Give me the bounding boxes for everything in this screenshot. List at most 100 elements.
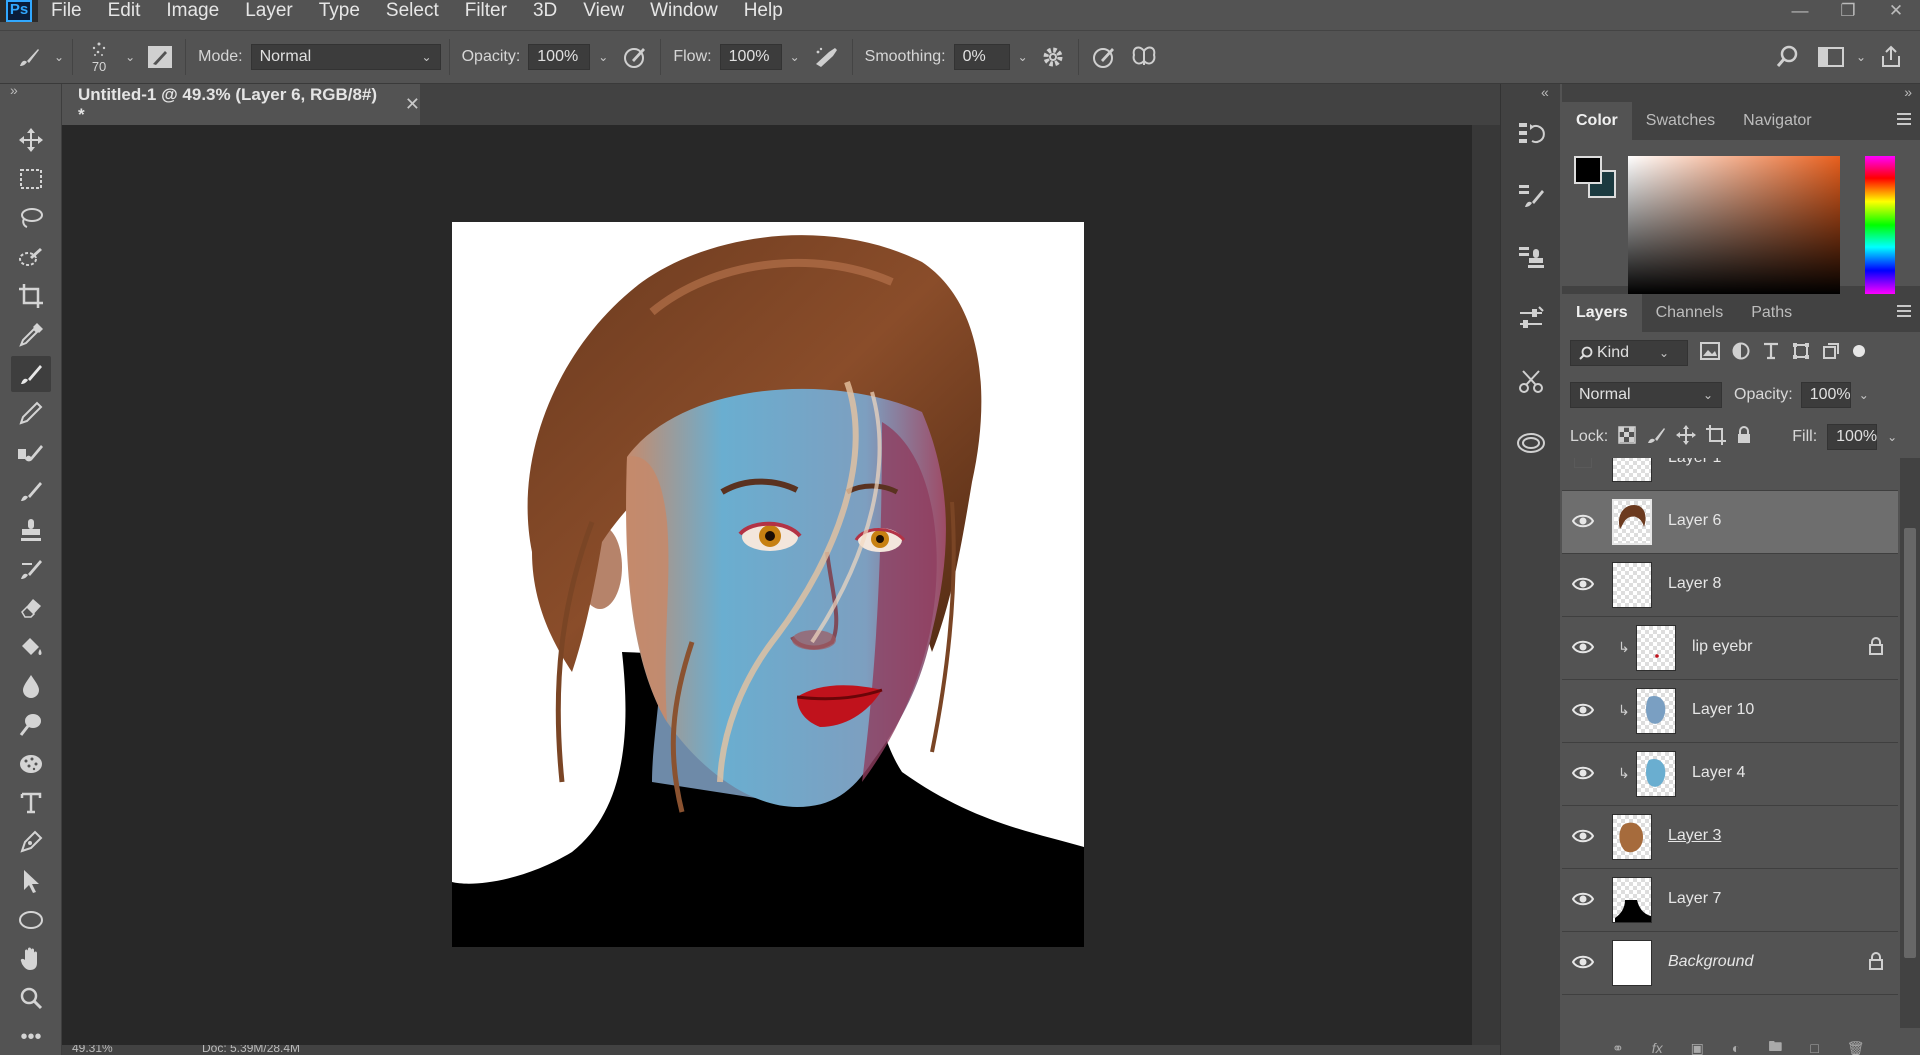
eye-icon[interactable] — [1571, 513, 1595, 531]
visibility-toggle-off[interactable] — [1574, 458, 1592, 468]
fx-icon[interactable]: fx — [1652, 1040, 1663, 1055]
menu-3d[interactable]: 3D — [520, 0, 570, 22]
filter-type-icon[interactable] — [1762, 342, 1780, 365]
filter-pixel-icon[interactable] — [1700, 341, 1720, 365]
paint-bucket-tool-icon[interactable] — [11, 629, 51, 665]
menu-edit[interactable]: Edit — [95, 0, 154, 22]
tab-swatches[interactable]: Swatches — [1632, 102, 1729, 140]
chevron-down-icon[interactable]: ⌄ — [790, 50, 800, 64]
eye-icon[interactable] — [1571, 639, 1595, 657]
blur-tool-icon[interactable] — [11, 668, 51, 704]
layer-opacity-input[interactable]: 100% — [1800, 382, 1851, 408]
layer-row[interactable]: Layer 3 — [1562, 806, 1898, 869]
eye-icon[interactable] — [1571, 576, 1595, 594]
pressure-size-icon[interactable] — [1087, 40, 1121, 74]
history-brush-tool-icon[interactable] — [11, 551, 51, 587]
eye-icon[interactable] — [1571, 891, 1595, 909]
add-mask-icon[interactable]: ▣ — [1691, 1040, 1704, 1055]
clone-source-panel-icon[interactable] — [1512, 238, 1550, 276]
move-tool-icon[interactable] — [11, 122, 51, 158]
smoothing-input[interactable]: 0% — [953, 44, 1010, 70]
layer-row[interactable]: Layer 8 — [1562, 554, 1898, 617]
delete-layer-icon[interactable]: 🗑 — [1847, 1040, 1865, 1055]
layer-row[interactable]: ↳ lip eyebr — [1562, 617, 1898, 680]
new-group-icon[interactable]: 🖿 — [1768, 1036, 1782, 1055]
search-icon[interactable] — [1770, 40, 1804, 74]
crop-tool-icon[interactable] — [11, 278, 51, 314]
layer-row[interactable]: ↳ Layer 4 — [1562, 743, 1898, 806]
sponge-tool-icon[interactable] — [11, 746, 51, 782]
tab-layers[interactable]: Layers — [1562, 294, 1642, 332]
lasso-tool-icon[interactable] — [11, 200, 51, 236]
dodge-tool-icon[interactable] — [11, 707, 51, 743]
lock-position-icon[interactable] — [1676, 424, 1697, 450]
menu-select[interactable]: Select — [373, 0, 452, 22]
chevron-down-icon[interactable]: ⌄ — [1018, 50, 1028, 64]
layer-row[interactable]: Layer 7 — [1562, 869, 1898, 932]
symmetry-butterfly-icon[interactable] — [1127, 40, 1161, 74]
tab-channels[interactable]: Channels — [1642, 294, 1738, 332]
panel-menu-icon[interactable] — [1896, 304, 1912, 323]
color-saturation-field[interactable] — [1628, 156, 1840, 294]
pencil-tool-icon[interactable] — [11, 395, 51, 431]
workspace-icon[interactable] — [1814, 40, 1848, 74]
lock-pixels-icon[interactable] — [1646, 425, 1666, 450]
libraries-panel-icon[interactable] — [1512, 424, 1550, 462]
chevron-down-icon[interactable]: ⌄ — [1887, 430, 1897, 444]
layer-kind-filter[interactable]: Kind ⌄ — [1570, 340, 1688, 366]
flow-input[interactable]: 100% — [719, 44, 782, 70]
menu-type[interactable]: Type — [306, 0, 373, 22]
chevron-down-icon[interactable]: ⌄ — [1859, 388, 1869, 402]
menu-view[interactable]: View — [570, 0, 637, 22]
foreground-color-swatch[interactable] — [1574, 156, 1602, 184]
expand-panel-icon[interactable]: » — [10, 82, 18, 98]
lock-artboard-icon[interactable] — [1706, 424, 1727, 450]
link-layers-icon[interactable]: ⚭ — [1612, 1040, 1624, 1055]
menu-window[interactable]: Window — [637, 0, 731, 22]
menu-help[interactable]: Help — [731, 0, 796, 22]
lock-transparent-icon[interactable] — [1618, 425, 1636, 449]
layer-row[interactable]: ↳ Layer 10 — [1562, 680, 1898, 743]
chevron-down-icon[interactable]: ⌄ — [1856, 50, 1866, 64]
zoom-tool-icon[interactable] — [11, 980, 51, 1016]
minimize-icon[interactable]: — — [1776, 1, 1824, 21]
more-tools-icon[interactable]: ••• — [11, 1019, 51, 1055]
brush-preset-icon[interactable] — [12, 40, 46, 74]
canvas-area[interactable] — [62, 125, 1472, 1045]
gear-icon[interactable] — [1036, 40, 1070, 74]
stamp-tool-icon[interactable] — [11, 512, 51, 548]
layers-scrollbar[interactable] — [1900, 458, 1920, 1028]
scrollbar-thumb[interactable] — [1904, 528, 1916, 958]
ellipse-tool-icon[interactable] — [11, 902, 51, 938]
document-tab[interactable]: Untitled-1 @ 49.3% (Layer 6, RGB/8#) * ✕ — [62, 84, 420, 125]
path-selection-tool-icon[interactable] — [11, 863, 51, 899]
chevron-down-icon[interactable]: ⌄ — [54, 50, 64, 64]
close-window-icon[interactable]: ✕ — [1872, 1, 1920, 21]
marquee-tool-icon[interactable] — [11, 161, 51, 197]
type-tool-icon[interactable] — [11, 785, 51, 821]
brush-tool-icon[interactable] — [11, 356, 51, 392]
portrait-artwork[interactable] — [452, 222, 1084, 947]
canvas-vertical-scrollbar[interactable] — [1472, 125, 1500, 1045]
adjustment-layer-icon[interactable]: ◐ — [1732, 1040, 1740, 1055]
filter-toggle-icon[interactable] — [1852, 344, 1866, 363]
tab-color[interactable]: Color — [1562, 102, 1632, 140]
tool-presets-panel-icon[interactable] — [1512, 362, 1550, 400]
filter-adjustment-icon[interactable] — [1732, 342, 1750, 365]
brush-settings-panel-icon[interactable] — [143, 40, 177, 74]
collapse-dock-icon[interactable]: » — [1904, 84, 1912, 100]
brush-size-picker[interactable]: 70 — [81, 40, 117, 74]
filter-shape-icon[interactable] — [1792, 342, 1810, 365]
mixer-brush-tool-icon[interactable] — [11, 434, 51, 470]
hand-tool-icon[interactable] — [11, 941, 51, 977]
eye-icon[interactable] — [1571, 702, 1595, 720]
menu-file[interactable]: File — [38, 0, 95, 22]
healing-brush-tool-icon[interactable] — [11, 473, 51, 509]
history-panel-icon[interactable] — [1512, 114, 1550, 152]
chevron-down-icon[interactable]: ⌄ — [598, 50, 608, 64]
panel-menu-icon[interactable] — [1896, 112, 1912, 131]
hue-slider[interactable] — [1865, 156, 1895, 294]
tab-navigator[interactable]: Navigator — [1729, 102, 1825, 140]
layer-row[interactable]: Layer 6 — [1562, 491, 1898, 554]
share-icon[interactable] — [1874, 40, 1908, 74]
